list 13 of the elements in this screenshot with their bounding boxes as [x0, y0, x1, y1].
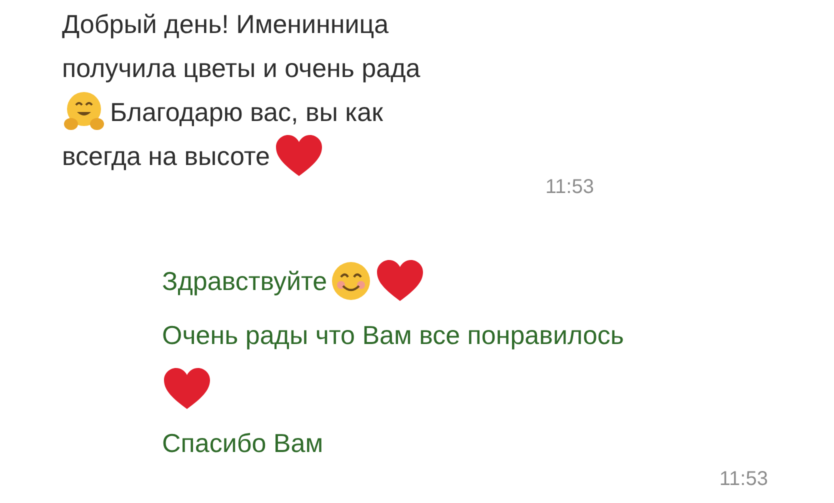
heart-icon [375, 259, 426, 303]
message-time: 11:53 [719, 467, 768, 492]
message-text: Здравствуйте [162, 265, 328, 297]
heart-icon [162, 367, 212, 411]
message-text: Спасибо Вам [162, 427, 324, 459]
message-text: всегда на высоте [62, 140, 270, 172]
heart-icon [274, 134, 324, 178]
message-text: получила цветы и очень рада [62, 52, 420, 84]
message-text: Благодарю вас, вы как [110, 96, 383, 128]
message-text: Добрый день! Именинница [62, 8, 389, 40]
message-text: Очень рады что Вам все понравилось [162, 319, 624, 351]
smiling-face-icon [331, 261, 372, 301]
message-time: 11:53 [545, 175, 594, 200]
